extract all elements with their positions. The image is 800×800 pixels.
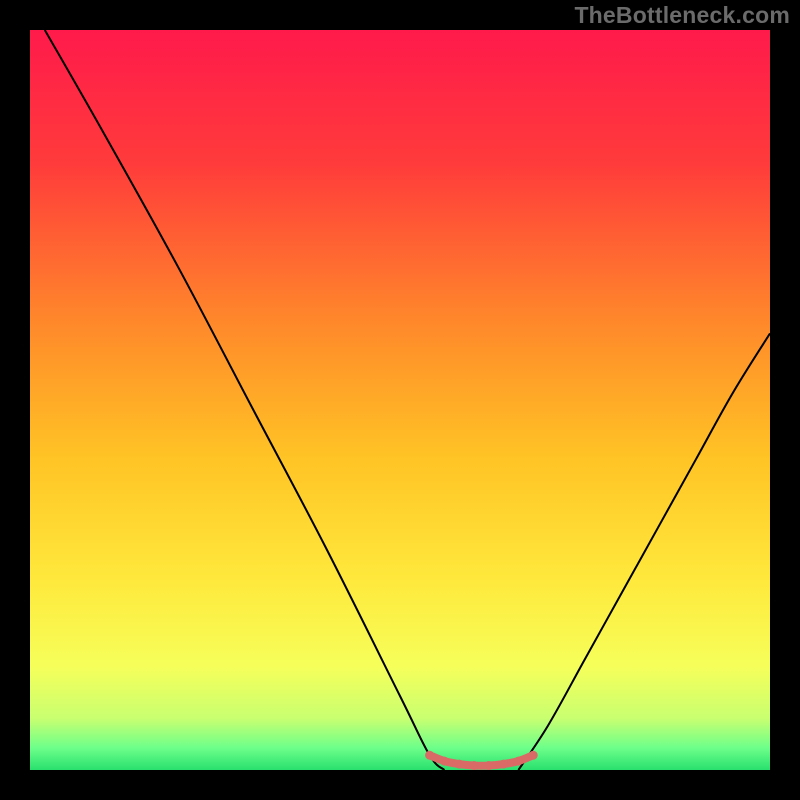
chart-stage: TheBottleneck.com [0,0,800,800]
flat-bottom-dot [484,761,493,770]
chart-svg [0,0,800,800]
plot-background-gradient [30,30,770,770]
flat-bottom-dot [499,760,508,769]
flat-bottom-dot [425,751,434,760]
watermark-text: TheBottleneck.com [574,2,790,29]
flat-bottom-dot [514,757,523,766]
flat-bottom-dot [440,757,449,766]
flat-bottom-dot [529,751,538,760]
flat-bottom-dot [455,760,464,769]
flat-bottom-dot [470,761,479,770]
